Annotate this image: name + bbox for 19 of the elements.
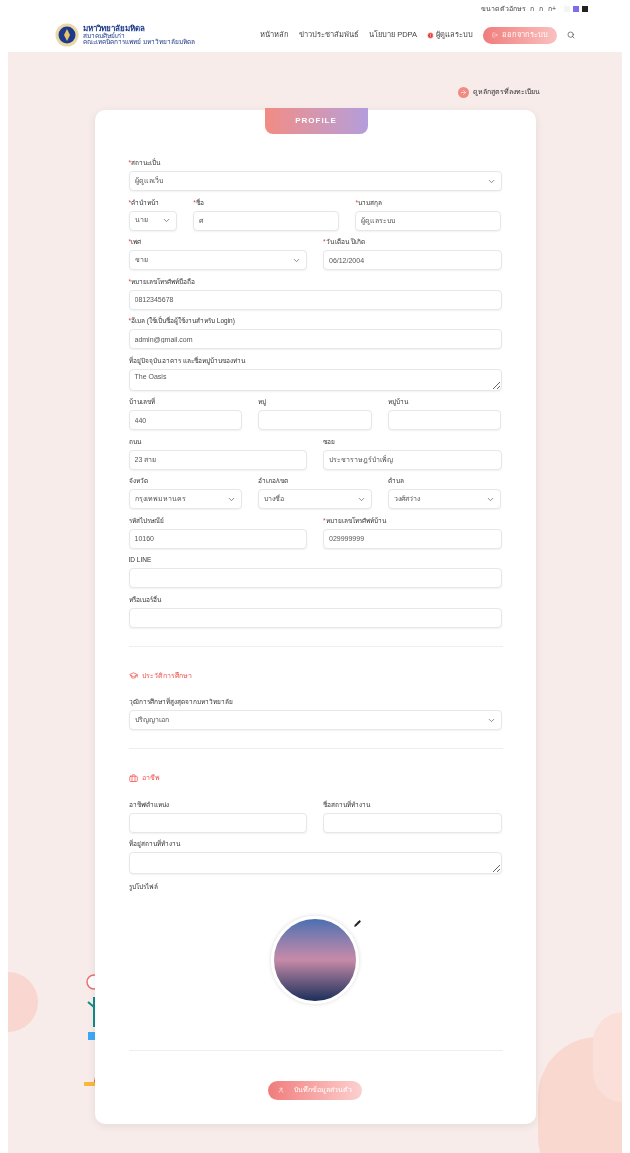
theme-swatch[interactable] xyxy=(573,6,579,12)
input-field[interactable] xyxy=(323,812,502,833)
arrow-right-icon xyxy=(458,86,469,98)
input-field[interactable] xyxy=(387,410,502,430)
logo-text: มหาวิทยาลัยมหิดล xyxy=(83,24,146,33)
input-field[interactable] xyxy=(128,607,502,628)
input-field[interactable] xyxy=(128,568,502,588)
input-field[interactable] xyxy=(128,812,307,833)
graduation-cap-icon xyxy=(128,671,138,681)
chevron-down-icon xyxy=(162,216,172,225)
text-area[interactable] xyxy=(128,852,502,874)
user-icon xyxy=(278,1087,284,1093)
input-field[interactable] xyxy=(258,410,372,430)
briefcase-icon xyxy=(128,773,138,783)
search-icon[interactable] xyxy=(567,31,575,39)
university-logo-icon xyxy=(55,23,79,47)
theme-swatch[interactable] xyxy=(582,6,588,12)
pencil-icon xyxy=(353,920,361,927)
logout-icon xyxy=(492,32,498,38)
